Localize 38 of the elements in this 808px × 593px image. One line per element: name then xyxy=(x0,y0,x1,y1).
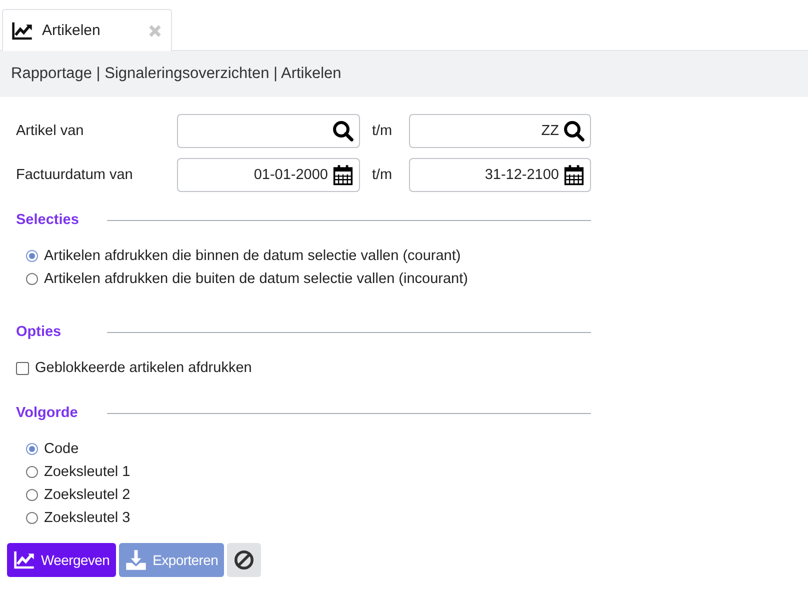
radio-button[interactable] xyxy=(26,250,38,262)
show-button[interactable]: Weergeven xyxy=(7,543,116,577)
option-label: Artikelen afdrukken die buiten de datum selectie vallen (incourant) xyxy=(44,270,468,289)
checkbox[interactable] xyxy=(16,362,29,374)
chart-icon xyxy=(11,20,33,42)
section-title: Volgorde xyxy=(16,405,79,421)
search-icon[interactable] xyxy=(332,120,354,142)
breadcrumb: Rapportage | Signaleringsoverzichten | Artikelen xyxy=(11,65,342,83)
cancel-icon xyxy=(233,549,256,571)
field-label: Artikel van xyxy=(16,123,85,139)
option-label: Geblokkeerde artikelen afdrukken xyxy=(35,359,252,378)
radio-button[interactable] xyxy=(26,512,38,524)
calendar-icon[interactable] xyxy=(332,164,354,186)
input-field[interactable]: 31-12-2100 xyxy=(409,158,591,192)
tab[interactable]: Artikelen xyxy=(2,9,172,51)
radio-button[interactable] xyxy=(26,443,38,455)
calendar-icon[interactable] xyxy=(563,164,585,186)
radio-button[interactable] xyxy=(26,489,38,501)
tab-label: Artikelen xyxy=(42,22,102,39)
chart-icon xyxy=(13,549,35,571)
option-label: Zoeksleutel 3 xyxy=(44,509,130,528)
field-label: Factuurdatum van xyxy=(16,167,134,183)
option-label: Zoeksleutel 2 xyxy=(44,486,130,505)
cancel-button[interactable] xyxy=(227,543,262,577)
input-field[interactable]: ZZ xyxy=(409,114,591,148)
input-field[interactable]: 01-01-2000 xyxy=(177,158,360,192)
search-icon[interactable] xyxy=(563,120,585,142)
option-label: Zoeksleutel 1 xyxy=(44,463,130,482)
range-separator: t/m xyxy=(371,123,394,139)
option-label: Artikelen afdrukken die binnen de datum selectie vallen (courant) xyxy=(44,247,461,266)
download-icon xyxy=(124,549,147,571)
option-label: Code xyxy=(44,440,79,459)
radio-button[interactable] xyxy=(26,273,38,285)
range-separator: t/m xyxy=(371,167,394,183)
section-title: Selecties xyxy=(16,212,80,228)
section-title: Opties xyxy=(16,324,62,340)
radio-button[interactable] xyxy=(26,466,38,478)
input-field[interactable] xyxy=(177,114,360,148)
